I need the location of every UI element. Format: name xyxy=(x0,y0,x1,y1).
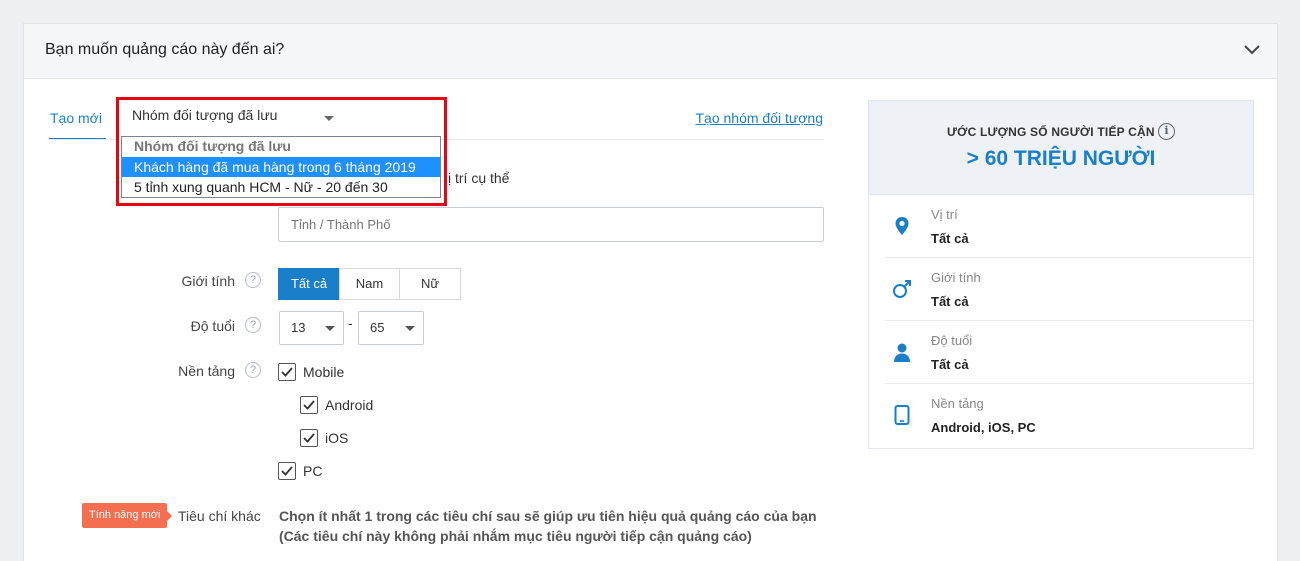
male-symbol-icon xyxy=(893,280,911,298)
city-input[interactable] xyxy=(278,207,824,242)
age-max-select[interactable]: 65 xyxy=(358,311,424,345)
estimate-platform-value: Android, iOS, PC xyxy=(931,420,1036,435)
estimate-row-gender: Giới tính Tất cả xyxy=(885,258,1253,321)
platform-android-checkbox[interactable]: Android xyxy=(300,396,373,414)
card-header[interactable]: Bạn muốn quảng cáo này đến ai? xyxy=(24,24,1277,79)
estimate-location-value: Tất cả xyxy=(931,231,969,246)
tab-new[interactable]: Tạo mới xyxy=(50,110,102,126)
checkbox-checked-icon xyxy=(278,363,296,381)
platform-mobile-checkbox[interactable]: Mobile xyxy=(278,363,344,381)
platform-android-label: Android xyxy=(325,397,374,413)
platform-pc-checkbox[interactable]: PC xyxy=(278,462,322,480)
platform-help-icon[interactable]: ? xyxy=(245,362,261,378)
estimate-row-platform: Nền tảng Android, iOS, PC xyxy=(885,384,1253,447)
checkbox-checked-icon xyxy=(300,429,318,447)
location-hint: ị trí cụ thể xyxy=(448,170,510,186)
checkbox-checked-icon xyxy=(300,396,318,414)
gender-toggle: Tất cả Nam Nữ xyxy=(278,268,461,300)
other-criteria-line2: (Các tiêu chí này không phải nhắm mục ti… xyxy=(279,528,752,544)
other-criteria-description: Chọn ít nhất 1 trong các tiêu chí sau sẽ… xyxy=(279,506,817,546)
reach-estimate-panel: ƯỚC LƯỢNG SỐ NGƯỜI TIẾP CẬN i > 60 TRIỆU… xyxy=(868,100,1254,449)
estimate-platform-name: Nền tảng xyxy=(931,396,984,411)
estimate-age-value: Tất cả xyxy=(931,357,969,372)
platform-ios-label: iOS xyxy=(325,430,349,446)
gender-male-button[interactable]: Nam xyxy=(339,268,400,300)
age-max-value: 65 xyxy=(370,320,385,335)
location-pin-icon xyxy=(895,217,909,235)
age-label: Độ tuổi xyxy=(190,318,235,334)
platform-ios-checkbox[interactable]: iOS xyxy=(300,429,348,447)
estimate-gender-value: Tất cả xyxy=(931,294,969,309)
estimate-age-name: Độ tuổi xyxy=(931,333,973,348)
estimate-gender-name: Giới tính xyxy=(931,270,981,285)
platform-pc-label: PC xyxy=(303,463,323,479)
age-min-value: 13 xyxy=(291,320,306,335)
caret-down-icon xyxy=(405,326,415,331)
caret-down-icon xyxy=(325,326,335,331)
new-feature-badge: Tính năng mới xyxy=(82,503,173,528)
age-help-icon[interactable]: ? xyxy=(245,317,261,333)
reach-estimate-header: ƯỚC LƯỢNG SỐ NGƯỜI TIẾP CẬN i > 60 TRIỆU… xyxy=(869,101,1253,195)
reach-estimate-value: > 60 TRIỆU NGƯỜI xyxy=(966,147,1156,170)
age-min-select[interactable]: 13 xyxy=(279,311,344,345)
info-icon[interactable]: i xyxy=(1158,123,1175,140)
gender-label: Giới tính xyxy=(181,273,235,289)
reach-estimate-caption: ƯỚC LƯỢNG SỐ NGƯỜI TIẾP CẬN xyxy=(947,125,1155,139)
person-icon xyxy=(894,343,910,362)
estimate-row-location: Vị trí Tất cả xyxy=(885,195,1253,258)
estimate-row-age: Độ tuổi Tất cả xyxy=(885,321,1253,384)
card-title: Bạn muốn quảng cáo này đến ai? xyxy=(45,41,285,58)
chevron-down-icon[interactable] xyxy=(1243,44,1261,56)
platform-label: Nền tảng xyxy=(178,363,235,379)
create-audience-group-link[interactable]: Tạo nhóm đối tượng xyxy=(695,110,823,126)
age-separator: - xyxy=(348,315,353,331)
other-criteria-line1: Chọn ít nhất 1 trong các tiêu chí sau sẽ… xyxy=(279,508,817,524)
gender-all-button[interactable]: Tất cả xyxy=(278,268,340,300)
highlight-frame xyxy=(116,97,447,206)
targeting-card: Bạn muốn quảng cáo này đến ai? Tạo mới N… xyxy=(23,23,1278,561)
platform-mobile-label: Mobile xyxy=(303,364,345,380)
tablet-icon xyxy=(894,405,910,425)
gender-female-button[interactable]: Nữ xyxy=(399,268,461,300)
gender-help-icon[interactable]: ? xyxy=(245,272,261,288)
estimate-location-name: Vị trí xyxy=(931,207,958,222)
other-criteria-label: Tiêu chí khác xyxy=(178,508,261,524)
checkbox-checked-icon xyxy=(278,462,296,480)
